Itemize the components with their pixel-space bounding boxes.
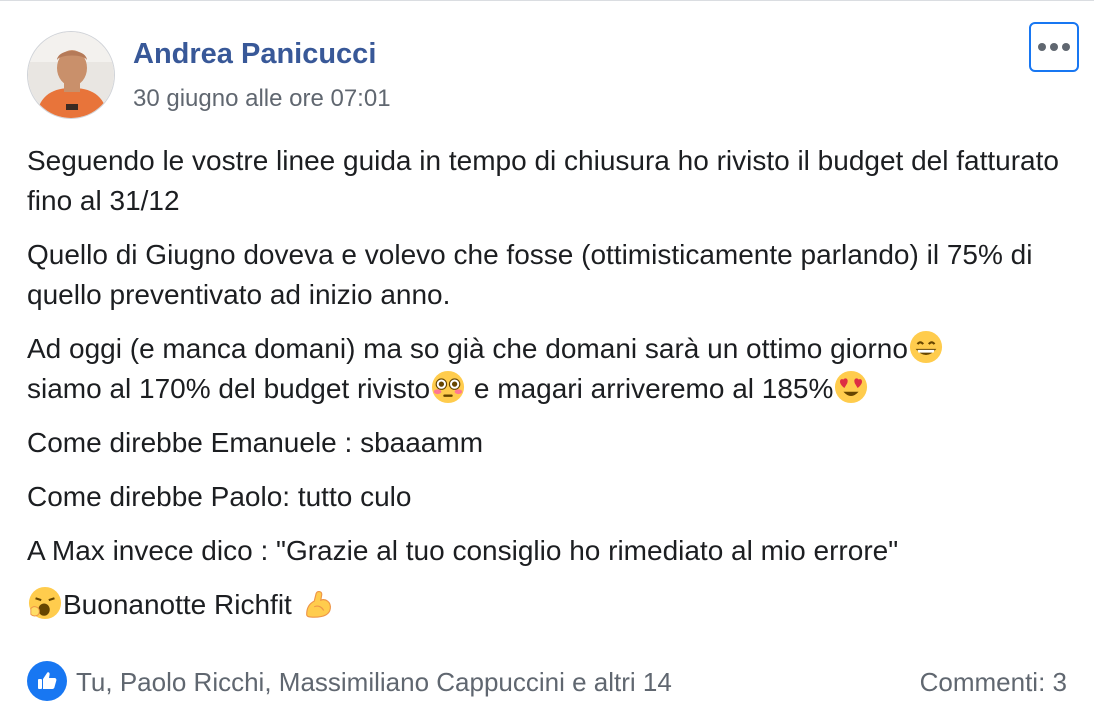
post-paragraph: Come direbbe Paolo: tutto culo [27,481,412,512]
post-paragraph: Seguendo le vostre linee guida in tempo … [27,145,1059,216]
post-body: Seguendo le vostre linee guida in tempo … [27,141,1067,639]
flexed-biceps-icon [305,590,331,618]
heart-eyes-face-icon [835,370,868,404]
post-paragraph: Quello di Giugno doveva e volevo che fos… [27,239,1033,310]
grinning-face-icon [909,330,942,364]
post-footer: Tu, Paolo Ricchi, Massimiliano Cappuccin… [27,661,1067,705]
like-icon[interactable] [27,661,67,701]
post-paragraph: Buonanotte Richfit [27,585,1067,625]
more-horizontal-icon [1038,43,1046,51]
post-text-segment: siamo al 170% del budget rivisto [27,373,431,404]
post-text-segment: e magari arriveremo al 185% [466,373,834,404]
comments-count[interactable]: Commenti: 3 [920,667,1067,698]
thumbs-up-glyph [38,672,57,689]
more-dot [1050,43,1058,51]
post-paragraph: Come direbbe Emanuele : sbaaamm [27,427,484,458]
avatar[interactable] [27,31,115,119]
post-timestamp[interactable]: 30 giugno alle ore 07:01 [133,85,391,113]
post-text-segment: Buonanotte Richfit [63,589,300,620]
more-dot [1062,43,1070,51]
avatar-photo [28,32,114,118]
more-options-button[interactable] [1029,22,1079,72]
author-name[interactable]: Andrea Panicucci [133,38,376,71]
post-paragraph: Ad oggi (e manca domani) ma so già che d… [27,329,1067,409]
reactions-summary[interactable]: Tu, Paolo Ricchi, Massimiliano Cappuccin… [76,667,672,698]
flushed-face-icon [432,370,465,404]
post-text-segment: Ad oggi (e manca domani) ma so già che d… [27,333,908,364]
yawning-face-icon [28,586,62,620]
post-paragraph: A Max invece dico : "Grazie al tuo consi… [27,535,899,566]
post-card: Andrea Panicucci 30 giugno alle ore 07:0… [0,0,1094,728]
